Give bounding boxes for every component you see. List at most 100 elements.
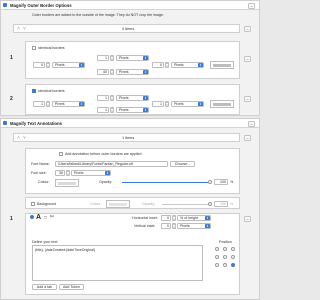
text-annotations-title: Magnify Text Annotations xyxy=(10,120,63,126)
v-inset-unit[interactable]: Pixels ⇕ xyxy=(177,223,211,229)
identical-borders-checkbox[interactable] xyxy=(32,89,36,93)
add-before-label: Add annotation before outer borders are … xyxy=(65,151,142,156)
right-border-unit[interactable]: Pixels ⇕ xyxy=(171,101,204,107)
bottom-border-stepper[interactable]: ▴ ▾ xyxy=(110,107,114,113)
identical-borders-label: Identical borders xyxy=(38,88,65,93)
left-border-unit-label: Pixels xyxy=(55,63,65,67)
remove-panel-button[interactable]: − xyxy=(248,2,255,9)
right-border-value[interactable]: 1 xyxy=(152,101,164,107)
collapse-icon[interactable] xyxy=(3,121,7,125)
font-name-label: Font Name: xyxy=(31,162,50,166)
font-size-value[interactable]: 36 xyxy=(55,170,65,176)
down-arrow-icon[interactable]: ˅ xyxy=(23,135,26,141)
v-inset-unit-label: Pixels xyxy=(180,224,190,228)
position-bottom-center[interactable] xyxy=(223,263,227,267)
h-inset-stepper[interactable]: ▴ ▾ xyxy=(172,215,176,221)
bg-colour-swatch[interactable] xyxy=(106,200,130,208)
expand-triangle-icon[interactable] xyxy=(30,215,34,219)
font-path-field[interactable]: /Users/fallard/Library/Fonts/Fanfan_Regu… xyxy=(55,161,168,167)
background-label: Background xyxy=(37,201,57,206)
opacity-percent: % xyxy=(230,180,234,184)
bg-opacity-value[interactable]: 100 xyxy=(214,200,228,207)
up-arrow-icon[interactable]: ˄ xyxy=(17,135,20,141)
font-size-unit[interactable]: Pixels ⇕ xyxy=(71,170,111,176)
h-inset-label: Horizontal inset: xyxy=(132,216,158,220)
v-inset-value[interactable]: 0 xyxy=(161,223,171,229)
h-inset-value[interactable]: 0 xyxy=(161,215,171,221)
opacity-slider-knob[interactable] xyxy=(208,180,212,184)
top-border-unit[interactable]: Pixels ⇕ xyxy=(116,95,149,101)
up-arrow-icon[interactable]: ˄ xyxy=(17,26,20,32)
colour-label: Colour: xyxy=(38,180,50,184)
swatch-fill xyxy=(213,102,231,106)
bottom-border-value[interactable]: 1 xyxy=(97,107,109,113)
v-inset-label: Vertical inset: xyxy=(134,224,156,228)
left-border-stepper[interactable]: ▴ ▾ xyxy=(46,62,50,68)
top-border-stepper[interactable]: ▴ ▾ xyxy=(110,55,114,61)
crop-icon[interactable]: □ xyxy=(44,215,47,221)
outer-border-note: Outer borders are added to the outside o… xyxy=(32,13,164,17)
left-border-unit[interactable]: Pixels ⇕ xyxy=(52,101,85,107)
remove-panel-button[interactable]: − xyxy=(248,120,255,127)
opacity-slider[interactable] xyxy=(122,182,209,183)
left-border-unit[interactable]: Pixels ⇕ xyxy=(52,62,85,68)
top-border-value[interactable]: 1 xyxy=(97,55,109,61)
h-inset-unit[interactable]: % of height ⇕ xyxy=(177,215,211,221)
position-middle-right[interactable] xyxy=(231,255,235,259)
position-top-right[interactable] xyxy=(231,247,235,251)
add-token-button[interactable]: Add Token xyxy=(59,284,84,290)
border-colour-swatch[interactable] xyxy=(210,100,234,108)
v-inset-stepper[interactable]: ▴ ▾ xyxy=(172,223,176,229)
text-annotations-panel: Magnify Text Annotations − ˄ ˅ 1 items −… xyxy=(0,118,260,300)
bottom-border-unit[interactable]: Pixels ⇕ xyxy=(116,69,149,75)
add-before-checkbox[interactable] xyxy=(59,152,63,156)
scissors-icon[interactable]: ✄ xyxy=(50,214,54,220)
select-arrow-icon: ⇕ xyxy=(143,56,148,60)
position-middle-left[interactable] xyxy=(215,255,219,259)
choose-font-button[interactable]: Choose... xyxy=(170,161,195,167)
position-center[interactable] xyxy=(223,255,227,259)
right-border-unit[interactable]: Pixels ⇕ xyxy=(171,62,204,68)
background-checkbox[interactable] xyxy=(31,202,35,206)
position-top-left[interactable] xyxy=(215,247,219,251)
bg-opacity-slider[interactable] xyxy=(162,203,208,205)
bottom-border-stepper[interactable]: ▴ ▾ xyxy=(110,69,114,75)
left-border-value[interactable]: 1 xyxy=(33,101,45,107)
top-border-unit[interactable]: Pixels ⇕ xyxy=(116,55,149,61)
position-bottom-left[interactable] xyxy=(215,263,219,267)
outer-row-1-remove-button[interactable]: − xyxy=(244,56,251,62)
outer-row-1: Identical borders 1 ▴ ▾ Pixels ⇕ 0 ▴ ▾ Pixe… xyxy=(25,41,240,79)
text-item-remove-button[interactable]: − xyxy=(244,216,251,222)
text-style-icon[interactable]: A xyxy=(36,214,41,221)
bg-opacity-slider-knob[interactable] xyxy=(208,201,212,206)
down-arrow-icon[interactable]: ˅ xyxy=(23,26,26,32)
left-border-stepper[interactable]: ▴ ▾ xyxy=(46,101,50,107)
outer-row-2-remove-button[interactable]: − xyxy=(244,96,251,102)
right-border-stepper[interactable]: ▴ ▾ xyxy=(165,62,169,68)
outer-row-number: 1 xyxy=(10,55,13,61)
right-border-value[interactable]: 0 xyxy=(152,62,164,68)
left-border-value[interactable]: 0 xyxy=(33,62,45,68)
text-colour-swatch[interactable] xyxy=(55,179,79,187)
outer-row-number: 2 xyxy=(10,96,13,102)
bg-colour-label: Colour: xyxy=(90,201,102,206)
outer-remove-button[interactable]: − xyxy=(244,26,251,32)
bottom-border-unit[interactable]: Pixels ⇕ xyxy=(116,107,149,113)
top-border-value[interactable]: 1 xyxy=(97,95,109,101)
position-top-center[interactable] xyxy=(223,247,227,251)
opacity-value[interactable]: 100 xyxy=(214,179,228,185)
bottom-border-value[interactable]: 40 xyxy=(97,69,109,75)
collapse-icon[interactable] xyxy=(3,3,7,7)
font-size-stepper[interactable]: ▴ ▾ xyxy=(66,170,70,176)
position-bottom-right[interactable] xyxy=(231,263,235,267)
add-tab-button[interactable]: Add a tab xyxy=(32,284,57,290)
select-arrow-icon: ⇕ xyxy=(79,63,84,67)
identical-borders-checkbox[interactable] xyxy=(32,46,36,50)
right-border-stepper[interactable]: ▴ ▾ xyxy=(165,101,169,107)
border-colour-swatch[interactable] xyxy=(210,61,234,69)
text-definition-area[interactable]: {title}, {dateCreated:{dateTimeOriginal} xyxy=(32,245,203,281)
select-arrow-icon: ⇕ xyxy=(143,70,148,74)
top-border-stepper[interactable]: ▴ ▾ xyxy=(110,95,114,101)
text-remove-button[interactable]: − xyxy=(244,135,251,141)
bg-opacity-percent: % xyxy=(230,201,234,206)
